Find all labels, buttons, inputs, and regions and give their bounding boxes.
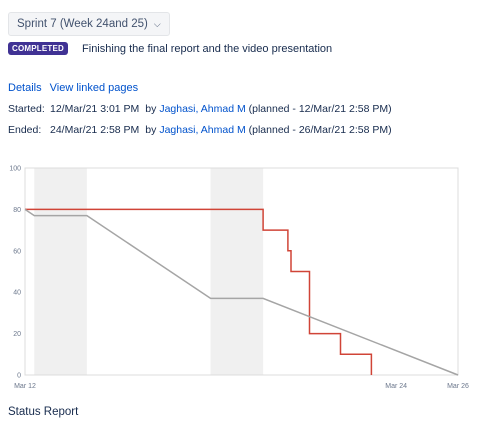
x-tick-label-2: Mar 26 xyxy=(447,383,469,390)
non-working-band-1 xyxy=(210,168,264,375)
status-badge: COMPLETED xyxy=(8,42,69,55)
sprint-selector[interactable]: Sprint 7 (Week 24and 25) ⌵ xyxy=(8,12,170,36)
y-tick-label-60: 60 xyxy=(13,248,21,255)
ended-row: Ended: 24/Mar/21 2:58 PM by Jaghasi, Ahmad… xyxy=(8,124,392,136)
y-tick-label-20: 20 xyxy=(13,331,21,338)
started-row: Started: 12/Mar/21 3:01 PM by Jaghasi, Ahm… xyxy=(8,103,392,115)
ended-planned: (planned - 26/Mar/21 2:58 PM) xyxy=(248,124,392,136)
ended-date: 24/Mar/21 2:58 PM xyxy=(50,124,140,136)
x-tick-label-0: Mar 12 xyxy=(14,383,36,390)
y-tick-label-40: 40 xyxy=(13,290,21,297)
details-row: Details View linked pages xyxy=(8,82,138,94)
details-link[interactable]: Details xyxy=(8,82,42,94)
ended-label: Ended: xyxy=(8,124,42,136)
y-tick-label-80: 80 xyxy=(13,207,21,214)
view-linked-pages-link[interactable]: View linked pages xyxy=(50,82,138,94)
ended-user-link[interactable]: Jaghasi, Ahmad M xyxy=(159,124,245,136)
started-label: Started: xyxy=(8,103,45,115)
non-working-band-0 xyxy=(34,168,87,375)
sprint-goal: Finishing the final report and the video… xyxy=(82,42,333,55)
x-tick-label-1: Mar 24 xyxy=(385,383,407,390)
chevron-down-icon: ⌵ xyxy=(153,18,161,29)
started-planned: (planned - 12/Mar/21 2:58 PM) xyxy=(248,103,392,115)
sprint-name: Sprint 7 (Week 24and 25) xyxy=(17,18,148,30)
burndown-chart: 0 20 40 60 80 100 Mar 12 Mar 24 Mar 26 xyxy=(9,166,469,391)
started-user-link[interactable]: Jaghasi, Ahmad M xyxy=(159,103,245,115)
started-by: by xyxy=(145,103,157,115)
status-report-title: Status Report xyxy=(8,406,79,418)
sprint-status-row: COMPLETED Finishing the final report and… xyxy=(8,42,332,55)
y-tick-label-0: 0 xyxy=(17,373,21,380)
y-tick-label-100: 100 xyxy=(9,166,21,173)
started-date: 12/Mar/21 3:01 PM xyxy=(50,103,140,115)
ended-by: by xyxy=(145,124,157,136)
